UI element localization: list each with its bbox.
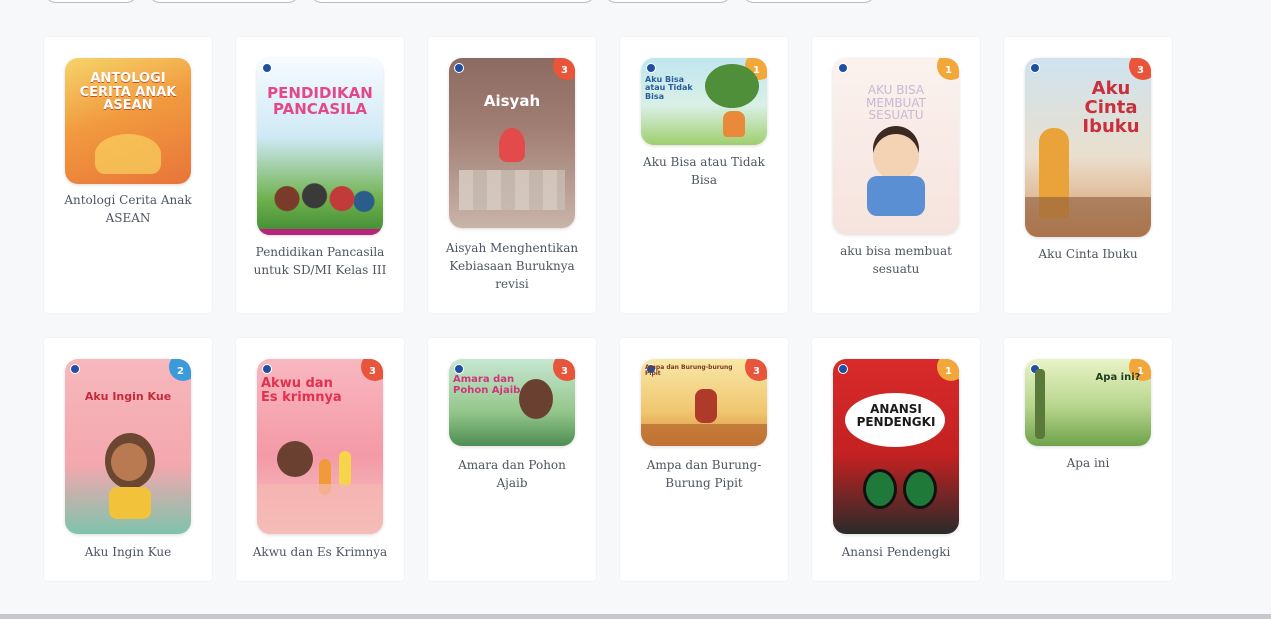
publisher-logo-icon (262, 364, 272, 374)
book-title[interactable]: Amara dan Pohon Ajaib (444, 456, 580, 492)
grade-badge: 1 (937, 359, 959, 381)
book-cover[interactable]: ANTOLOGI CERITA ANAK ASEAN (65, 58, 191, 184)
publisher-logo-icon (646, 63, 656, 73)
publisher-logo-icon (1030, 63, 1040, 73)
cover-title: Aku Bisa atau Tidak Bisa (645, 75, 693, 101)
grade-badge: 3 (553, 359, 575, 381)
book-card[interactable]: 2 Aku Ingin Kue Aku Ingin Kue (44, 338, 212, 581)
book-card[interactable]: 3 Akwu dan Es krimnya Akwu dan Es Krimny… (236, 338, 404, 581)
book-cover[interactable]: 1 Apa ini? (1025, 359, 1151, 446)
book-title[interactable]: Ampa dan Burung-Burung Pipit (636, 456, 772, 492)
publisher-logo-icon (262, 63, 272, 73)
filter-pill[interactable] (148, 0, 300, 3)
cover-title: AKU BISA MEMBUAT SESUATU (866, 83, 926, 123)
book-card[interactable]: 1 Aku Bisa atau Tidak Bisa Aku Bisa atau… (620, 37, 788, 313)
book-cover[interactable]: 3 Ampa dan Burung-burung Pipit (641, 359, 767, 446)
cover-title: Aku Ingin Kue (84, 390, 172, 403)
cover-title: Aisyah (483, 92, 541, 110)
book-title[interactable]: Aisyah Menghentikan Kebiasaan Buruknya r… (444, 239, 580, 293)
book-title[interactable]: Aku Ingin Kue (60, 543, 196, 561)
book-card[interactable]: 1 ANANSI PENDENGKI Anansi Pendengki (812, 338, 980, 581)
grade-badge: 3 (1129, 58, 1151, 80)
book-card[interactable]: ANTOLOGI CERITA ANAK ASEAN Antologi Ceri… (44, 37, 212, 313)
publisher-logo-icon (838, 63, 848, 73)
book-title[interactable]: Apa ini (1020, 454, 1156, 472)
grade-badge: 3 (553, 58, 575, 80)
cover-title: Akwu dan Es krimnya (261, 376, 342, 405)
book-cover[interactable]: 3 Aisyah (449, 58, 575, 228)
filter-pill[interactable] (44, 0, 138, 3)
book-card[interactable]: PENDIDIKAN PANCASILA Pendidikan Pancasil… (236, 37, 404, 313)
cover-title: Amara dan Pohon Ajaib (453, 374, 521, 396)
book-cover[interactable]: 3 Aku Cinta Ibuku (1025, 58, 1151, 237)
book-cover[interactable]: 3 Amara dan Pohon Ajaib (449, 359, 575, 446)
cover-title: Aku Cinta Ibuku (1082, 78, 1140, 137)
book-card[interactable]: 3 Ampa dan Burung-burung Pipit Ampa dan … (620, 338, 788, 581)
book-card[interactable]: 1 Apa ini? Apa ini (1004, 338, 1172, 581)
book-card[interactable]: 3 Amara dan Pohon Ajaib Amara dan Pohon … (428, 338, 596, 581)
horizontal-scrollbar[interactable] (0, 614, 1271, 619)
book-cover[interactable]: 1 AKU BISA MEMBUAT SESUATU (833, 58, 959, 234)
book-card[interactable]: 3 Aisyah Aisyah Menghentikan Kebiasaan B… (428, 37, 596, 313)
publisher-logo-icon (838, 364, 848, 374)
cover-title: Apa ini? (1095, 372, 1141, 383)
book-cover[interactable]: 2 Aku Ingin Kue (65, 359, 191, 534)
book-title[interactable]: Antologi Cerita Anak ASEAN (60, 191, 196, 227)
book-title[interactable]: Anansi Pendengki (828, 543, 964, 561)
book-title[interactable]: Pendidikan Pancasila untuk SD/MI Kelas I… (252, 243, 388, 279)
publisher-logo-icon (454, 63, 464, 73)
book-title[interactable]: Aku Bisa atau Tidak Bisa (636, 153, 772, 189)
book-title[interactable]: Aku Cinta Ibuku (1020, 245, 1156, 263)
grade-badge: 1 (937, 58, 959, 80)
book-title[interactable]: aku bisa membuat sesuatu (828, 242, 964, 278)
book-title[interactable]: Akwu dan Es Krimnya (252, 543, 388, 561)
publisher-logo-icon (454, 364, 464, 374)
cover-title: ANTOLOGI CERITA ANAK ASEAN (79, 71, 177, 114)
cover-title: PENDIDIKAN PANCASILA (267, 84, 373, 118)
book-cover[interactable]: PENDIDIKAN PANCASILA (257, 58, 383, 235)
filter-pill[interactable] (310, 0, 596, 3)
book-card[interactable]: 3 Aku Cinta Ibuku Aku Cinta Ibuku (1004, 37, 1172, 313)
publisher-logo-icon (70, 364, 80, 374)
book-cover[interactable]: 3 Akwu dan Es krimnya (257, 359, 383, 534)
cover-title: Ampa dan Burung-burung Pipit (645, 364, 733, 378)
grade-badge: 3 (745, 359, 767, 381)
grade-badge: 2 (169, 359, 191, 381)
filter-pill[interactable] (604, 0, 732, 3)
grade-badge: 3 (361, 359, 383, 381)
cover-title: ANANSI PENDENGKI (856, 402, 936, 429)
filter-pill-row (0, 0, 1271, 6)
book-cover[interactable]: 1 Aku Bisa atau Tidak Bisa (641, 58, 767, 145)
book-card[interactable]: 1 AKU BISA MEMBUAT SESUATU aku bisa memb… (812, 37, 980, 313)
filter-pill[interactable] (742, 0, 876, 3)
book-cover[interactable]: 1 ANANSI PENDENGKI (833, 359, 959, 534)
